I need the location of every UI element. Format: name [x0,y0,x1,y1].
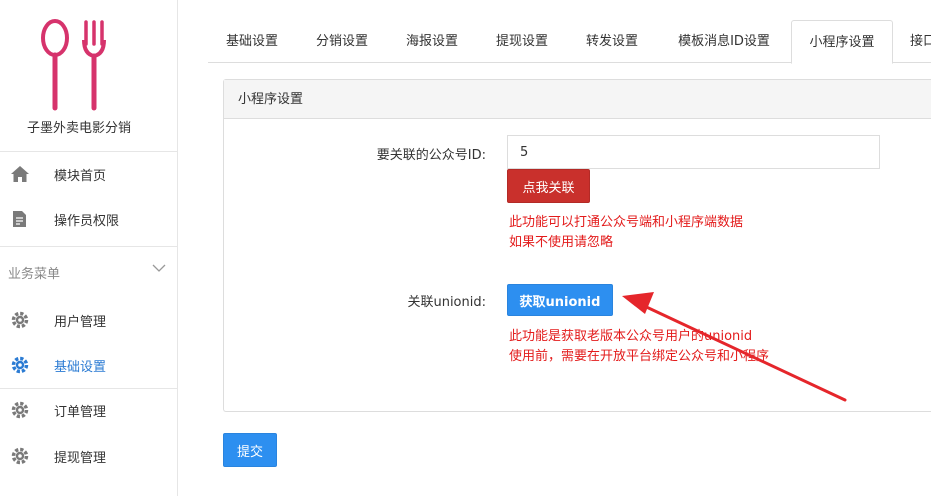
tab-template-message-id-settings[interactable]: 模板消息ID设置 [660,20,788,63]
help-line: 此功能是获取老版本公众号用户的unionid [509,329,753,344]
sidebar-item-label: 操作员权限 [54,213,120,229]
link-help-text: 此功能可以打通公众号端和小程序端数据 如果不使用请忽略 [509,213,743,253]
sidebar-divider [0,246,178,247]
sidebar-section-title: 业务菜单 [8,267,61,282]
help-line: 如果不使用请忽略 [509,235,614,250]
gear-icon [9,354,31,376]
gear-icon [9,445,31,467]
spoon-fork-logo-icon [41,19,106,111]
sidebar-item-operator-permissions[interactable]: 操作员权限 [0,199,178,239]
sidebar-item-user-management[interactable]: 用户管理 [0,300,178,340]
tab-forward-settings[interactable]: 转发设置 [568,20,656,63]
help-line: 使用前，需要在开放平台绑定公众号和小程序 [509,349,770,364]
sidebar-item-module-home[interactable]: 模块首页 [0,154,178,194]
sidebar-item-order-management[interactable]: 订单管理 [0,390,178,430]
tab-distribution-settings[interactable]: 分销设置 [298,20,386,63]
official-account-id-input[interactable] [507,135,880,169]
sidebar: 子墨外卖电影分销 模块首页 操作员权限 业务菜单 用户管理 基础设置 订单管理 [0,0,178,496]
home-icon [9,163,31,185]
sidebar-item-label: 用户管理 [54,314,107,330]
unionid-help-text: 此功能是获取老版本公众号用户的unionid 使用前，需要在开放平台绑定公众号和… [509,327,769,367]
chevron-down-icon[interactable] [152,262,166,277]
sidebar-item-withdraw-management[interactable]: 提现管理 [0,436,178,476]
document-edit-icon [9,208,31,230]
gear-icon [9,399,31,421]
help-line: 此功能可以打通公众号端和小程序端数据 [509,215,744,230]
official-account-id-label: 要关联的公众号ID: [376,148,486,163]
sidebar-divider [0,388,178,389]
sidebar-item-basic-settings[interactable]: 基础设置 [0,345,178,385]
tab-bar: 基础设置 分销设置 海报设置 提现设置 转发设置 模板消息ID设置 小程序设置 … [208,20,931,64]
sidebar-item-label: 基础设置 [54,359,107,375]
unionid-label: 关联unionid: [407,295,486,310]
tab-interface[interactable]: 接口 [898,20,931,63]
sidebar-item-label: 提现管理 [54,450,107,466]
logo-text: 子墨外卖电影分销 [26,121,131,136]
tab-miniprogram-settings[interactable]: 小程序设置 [791,20,893,64]
sidebar-item-label: 模块首页 [54,168,107,184]
get-unionid-button[interactable]: 获取unionid [507,284,613,316]
logo: 子墨外卖电影分销 [0,0,178,150]
sidebar-item-label: 订单管理 [54,404,107,420]
panel-title: 小程序设置 [224,80,931,119]
tab-basic-settings[interactable]: 基础设置 [208,20,296,63]
link-official-account-button[interactable]: 点我关联 [507,169,590,203]
tab-withdraw-settings[interactable]: 提现设置 [478,20,566,63]
tab-poster-settings[interactable]: 海报设置 [388,20,476,63]
submit-button[interactable]: 提交 [223,433,277,467]
sidebar-divider [0,151,178,152]
gear-icon [9,309,31,331]
